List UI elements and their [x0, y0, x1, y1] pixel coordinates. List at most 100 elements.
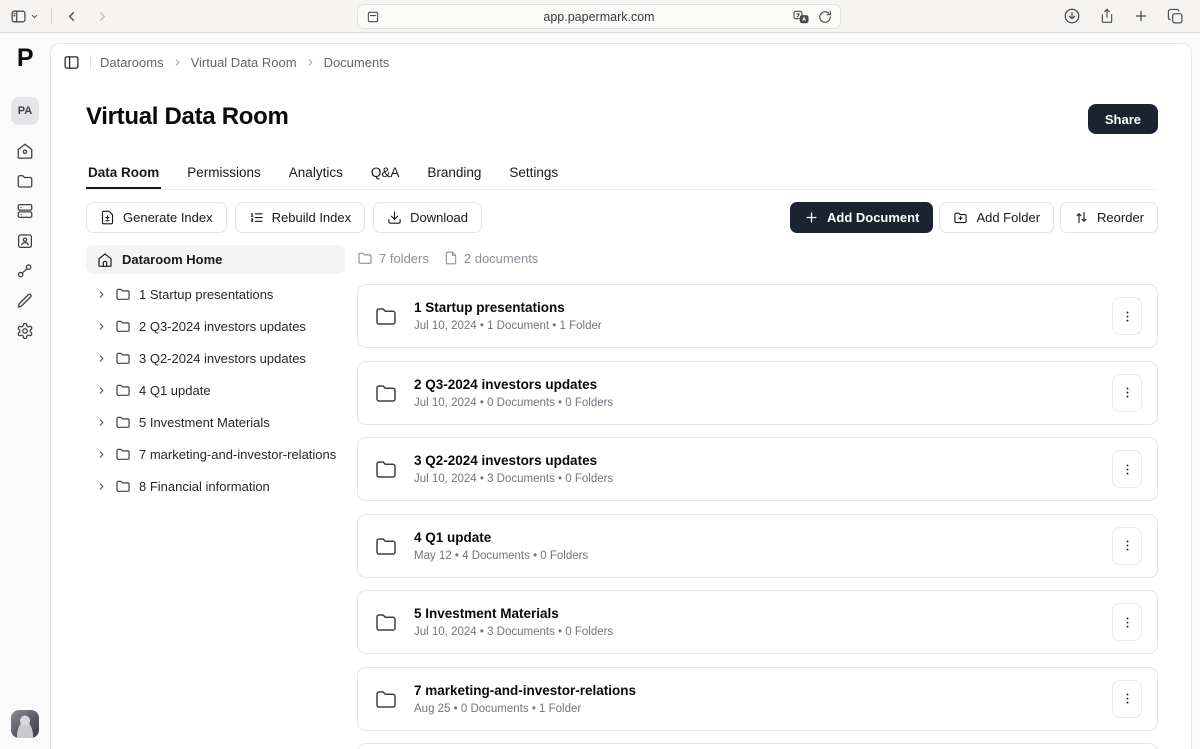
tab[interactable]: Branding — [425, 156, 483, 189]
arrow-up-down-icon — [1074, 210, 1089, 225]
links-icon[interactable] — [16, 262, 34, 280]
papermark-logo[interactable]: P — [17, 44, 33, 73]
folder-card-meta: May 12 • 4 Documents • 0 Folders — [414, 550, 588, 562]
folders-count: 7 folders — [357, 250, 429, 266]
back-icon[interactable] — [64, 9, 79, 24]
folder-card[interactable]: 2 Q3-2024 investors updates Jul 10, 2024… — [357, 361, 1158, 425]
folder-icon — [115, 318, 131, 334]
visitors-icon[interactable] — [16, 232, 34, 250]
documents-count: 2 documents — [444, 251, 538, 266]
main-panel: Datarooms Virtual Data Room Documents Vi… — [50, 43, 1192, 749]
toolbar: Generate Index Rebuild Index Download — [86, 202, 1158, 233]
folder-icon — [373, 381, 399, 405]
sidebar-rail: P PA — [0, 33, 50, 749]
tree-item[interactable]: 7 marketing-and-investor-relations — [86, 438, 345, 470]
folder-icon — [115, 446, 131, 462]
new-tab-icon[interactable] — [1133, 8, 1149, 24]
chevron-right-icon[interactable] — [96, 417, 107, 428]
breadcrumb-divider — [90, 55, 91, 70]
documents-folder-icon[interactable] — [16, 172, 34, 190]
folder-card[interactable]: 7 marketing-and-investor-relations Aug 2… — [357, 667, 1158, 731]
card-menu-button[interactable] — [1112, 297, 1142, 335]
home-icon[interactable] — [16, 142, 34, 160]
url-bar[interactable]: app.papermark.com — [357, 4, 841, 29]
folder-card[interactable]: 1 Startup presentations Jul 10, 2024 • 1… — [357, 284, 1158, 348]
card-menu-button[interactable] — [1112, 527, 1142, 565]
workspace-badge[interactable]: PA — [11, 97, 39, 125]
folder-card-title: 5 Investment Materials — [414, 606, 613, 621]
folder-card[interactable]: 3 Q2-2024 investors updates Jul 10, 2024… — [357, 437, 1158, 501]
share-icon[interactable] — [1099, 7, 1115, 25]
chevron-down-icon — [30, 12, 39, 21]
download-icon — [387, 210, 402, 225]
folder-plus-icon — [953, 210, 968, 225]
card-menu-button[interactable] — [1112, 680, 1142, 718]
chevron-right-icon[interactable] — [96, 289, 107, 300]
tab[interactable]: Data Room — [86, 156, 161, 189]
folder-icon — [373, 457, 399, 481]
folder-card[interactable]: 5 Investment Materials Jul 10, 2024 • 3 … — [357, 590, 1158, 654]
folder-card[interactable] — [357, 743, 1158, 749]
file-icon — [444, 251, 458, 265]
card-menu-button[interactable] — [1112, 603, 1142, 641]
folder-icon — [373, 534, 399, 558]
tree-item[interactable]: 5 Investment Materials — [86, 406, 345, 438]
breadcrumb-item[interactable]: Documents — [305, 55, 390, 70]
file-diff-icon — [100, 210, 115, 225]
browser-chrome: app.papermark.com — [0, 0, 1200, 33]
chevron-right-icon[interactable] — [96, 481, 107, 492]
tab-bar: Data Room Permissions Analytics Q&A Branding… — [86, 156, 1158, 190]
kebab-icon — [1120, 462, 1135, 477]
add-folder-button[interactable]: Add Folder — [939, 202, 1054, 233]
datarooms-icon[interactable] — [16, 202, 34, 220]
kebab-icon — [1120, 691, 1135, 706]
plus-icon — [804, 210, 819, 225]
generate-index-button[interactable]: Generate Index — [86, 202, 227, 233]
folder-icon — [373, 610, 399, 634]
folder-card-title: 3 Q2-2024 investors updates — [414, 453, 613, 468]
downloads-icon[interactable] — [1063, 7, 1081, 25]
chrome-divider — [51, 8, 52, 24]
rebuild-index-button[interactable]: Rebuild Index — [235, 202, 366, 233]
folder-card-meta: Jul 10, 2024 • 3 Documents • 0 Folders — [414, 473, 613, 485]
breadcrumb-item[interactable]: Datarooms — [100, 55, 164, 70]
counts-header: 7 folders 2 documents — [357, 250, 1158, 266]
url-text: app.papermark.com — [358, 10, 840, 24]
page-title: Virtual Data Room — [86, 103, 289, 131]
forward-icon — [95, 9, 110, 24]
chevron-right-icon[interactable] — [96, 449, 107, 460]
chevron-right-icon — [172, 57, 183, 68]
reload-icon[interactable] — [818, 10, 832, 24]
tree-item-dataroom-home[interactable]: Dataroom Home — [86, 245, 345, 274]
folder-card[interactable]: 4 Q1 update May 12 • 4 Documents • 0 Fol… — [357, 514, 1158, 578]
share-button[interactable]: Share — [1088, 104, 1158, 134]
tree-item[interactable]: 4 Q1 update — [86, 374, 345, 406]
user-avatar[interactable] — [11, 710, 39, 738]
chevron-right-icon[interactable] — [96, 321, 107, 332]
folder-card-meta: Jul 10, 2024 • 1 Document • 1 Folder — [414, 320, 602, 332]
settings-gear-icon[interactable] — [16, 322, 34, 340]
panel-toggle-icon[interactable] — [63, 53, 81, 71]
breadcrumb-item[interactable]: Virtual Data Room — [172, 55, 297, 70]
chevron-right-icon[interactable] — [96, 385, 107, 396]
tree-item[interactable]: 1 Startup presentations — [86, 278, 345, 310]
download-button[interactable]: Download — [373, 202, 482, 233]
tab[interactable]: Settings — [507, 156, 560, 189]
tab-overview-icon[interactable] — [1167, 8, 1184, 25]
kebab-icon — [1120, 309, 1135, 324]
translate-icon[interactable] — [793, 10, 809, 24]
branding-pen-icon[interactable] — [16, 292, 34, 310]
chevron-right-icon[interactable] — [96, 353, 107, 364]
browser-sidebar-toggle[interactable] — [10, 8, 39, 25]
tab[interactable]: Q&A — [369, 156, 402, 189]
reorder-button[interactable]: Reorder — [1060, 202, 1158, 233]
tab[interactable]: Analytics — [287, 156, 345, 189]
tree-item[interactable]: 3 Q2-2024 investors updates — [86, 342, 345, 374]
tab[interactable]: Permissions — [185, 156, 263, 189]
add-document-button[interactable]: Add Document — [790, 202, 933, 233]
tree-item[interactable]: 8 Financial information — [86, 470, 345, 502]
card-menu-button[interactable] — [1112, 374, 1142, 412]
card-menu-button[interactable] — [1112, 450, 1142, 488]
tree-item[interactable]: 2 Q3-2024 investors updates — [86, 310, 345, 342]
folder-card-meta: Jul 10, 2024 • 0 Documents • 0 Folders — [414, 397, 613, 409]
